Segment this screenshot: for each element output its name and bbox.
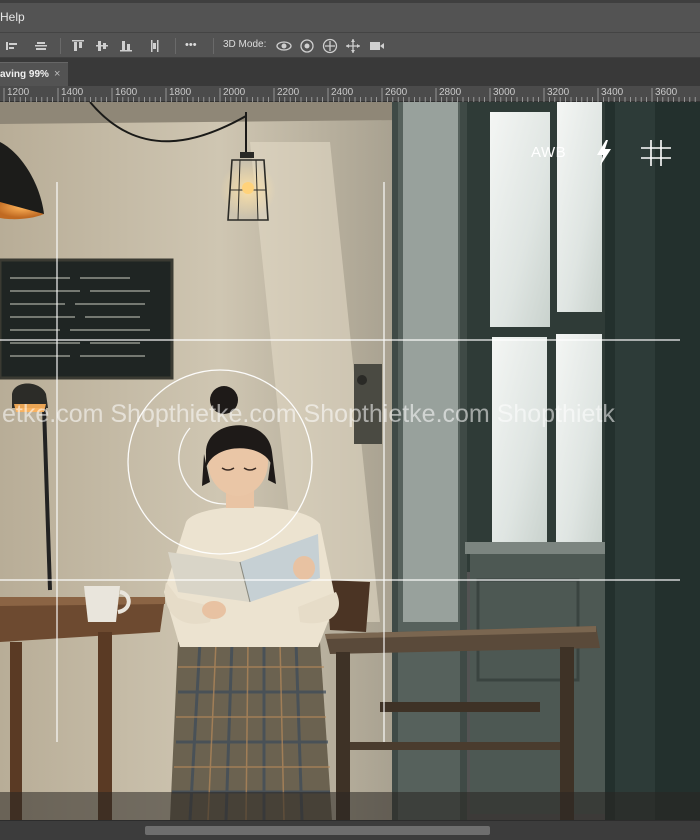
document-tab-title: aving 99% [0, 69, 49, 80]
distribute-icon[interactable] [146, 37, 164, 55]
ruler-label: 3200 [547, 87, 570, 98]
document-tab[interactable]: aving 99% × [0, 62, 68, 86]
orbit-icon[interactable] [275, 37, 293, 55]
document-canvas[interactable]: etke.com Shopthietke.com Shopthietke.com… [0, 102, 700, 820]
scrollbar-thumb[interactable] [145, 826, 490, 835]
watermark: etke.com Shopthietke.com Shopthietke.com… [2, 400, 615, 428]
flash-icon[interactable] [594, 138, 614, 173]
scale-video-icon[interactable] [368, 37, 386, 55]
ruler-label: 3000 [493, 87, 516, 98]
toolbar-separator [60, 38, 61, 54]
document-tab-bar: aving 99% × [0, 58, 700, 86]
close-icon[interactable]: × [54, 68, 60, 80]
options-bar: ••• 3D Mode: [0, 32, 700, 58]
ruler-label: 1600 [115, 87, 138, 98]
roll-icon[interactable] [298, 37, 316, 55]
awb-label[interactable]: AWB [531, 144, 566, 161]
menu-help[interactable]: Help [0, 10, 25, 24]
grid-icon[interactable] [640, 138, 672, 173]
ruler-label: 2600 [385, 87, 408, 98]
ruler-label: 2800 [439, 87, 462, 98]
align-center-icon[interactable] [32, 37, 50, 55]
ruler-label: 1800 [169, 87, 192, 98]
horizontal-ruler[interactable]: 1200 1400 1600 1800 2000 2200 2400 2600 2800 3000… [0, 86, 700, 102]
cafe-photo [0, 102, 700, 820]
toolbar-separator [175, 38, 176, 54]
photoshop-window: Help ••• 3D Mode: aving 99% × 1200 1400 … [0, 0, 700, 840]
align-bottom-icon[interactable] [117, 37, 135, 55]
menu-bar: Help [0, 0, 700, 32]
ruler-label: 1200 [7, 87, 30, 98]
ruler-label: 2400 [331, 87, 354, 98]
ruler-label: 1400 [61, 87, 84, 98]
3d-mode-label: 3D Mode: [223, 39, 267, 50]
align-top-icon[interactable] [69, 37, 87, 55]
horizontal-scrollbar[interactable] [0, 820, 700, 840]
ruler-label: 3600 [655, 87, 678, 98]
pan-icon[interactable] [321, 37, 339, 55]
align-left-icon[interactable] [2, 37, 20, 55]
align-vcenter-icon[interactable] [93, 37, 111, 55]
ruler-label: 2000 [223, 87, 246, 98]
ruler-label: 3400 [601, 87, 624, 98]
slide-icon[interactable] [344, 37, 362, 55]
more-options-button[interactable]: ••• [185, 39, 205, 57]
toolbar-separator [213, 38, 214, 54]
ruler-label: 2200 [277, 87, 300, 98]
